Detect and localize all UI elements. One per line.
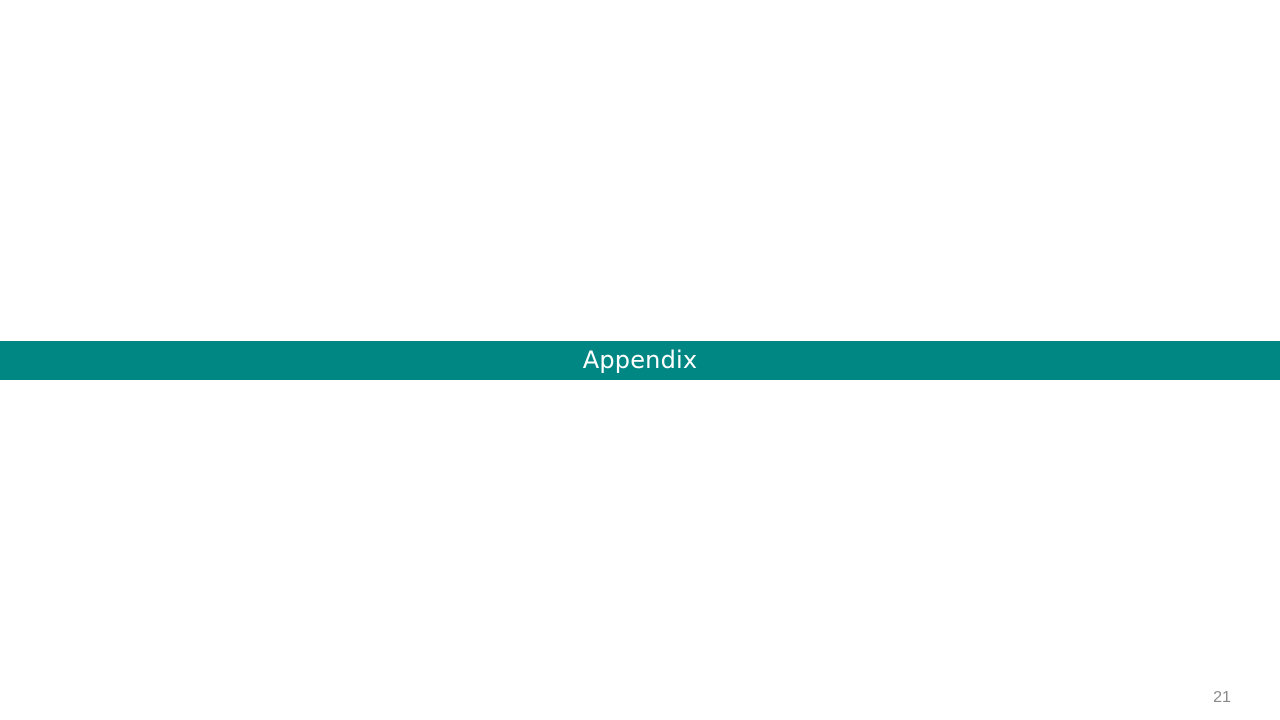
slide: Appendix 21 [0,0,1280,720]
section-title: Appendix [582,346,698,374]
page-number: 21 [1213,689,1231,706]
section-banner: Appendix [0,341,1280,380]
